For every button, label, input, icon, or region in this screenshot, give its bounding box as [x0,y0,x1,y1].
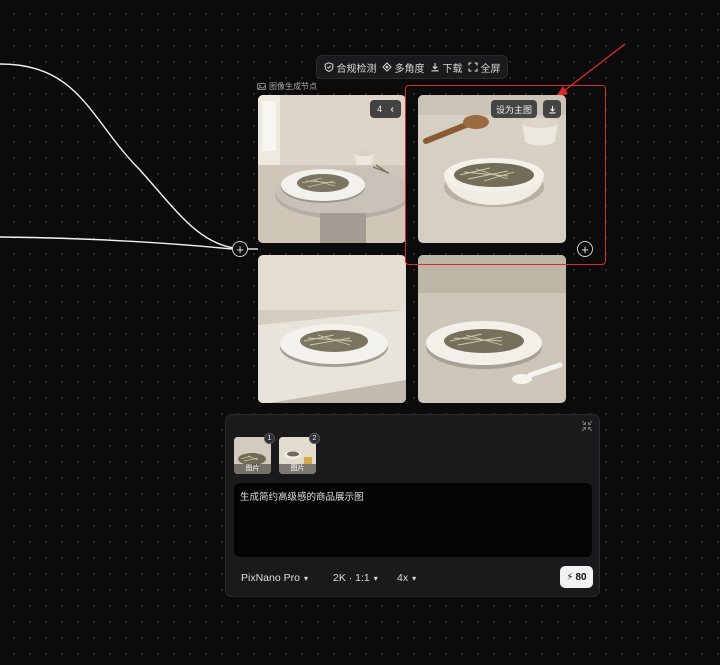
connection-line-1 [0,63,241,250]
generated-image-3-picture [258,255,406,403]
reference-index-2: 2 [309,433,320,444]
generate-cost: 80 [575,571,587,583]
multi-angle-button[interactable]: 多角度 [381,60,425,75]
reference-image-2-label: 图片 [279,464,316,474]
resolution-select[interactable]: 2K · 1:1 ▾ [333,572,378,584]
reference-index-1: 1 [264,433,275,444]
node-title: 图像生成节点 [257,81,317,92]
chevron-down-icon: ▾ [373,573,378,583]
quantity-select[interactable]: 4x ▾ [397,572,416,584]
resolution-select-value: 2K · 1:1 [333,572,370,584]
multi-angle-label: 多角度 [394,63,425,75]
shield-icon [324,62,333,72]
fullscreen-icon [467,62,478,72]
image-count-badge[interactable]: 4 ‹ [370,100,401,118]
generated-image-4[interactable] [418,255,566,403]
generated-image-3[interactable] [258,255,406,403]
model-select-value: PixNano Pro [241,572,300,584]
chevron-down-icon: ▾ [303,573,308,583]
chevron-left-icon: ‹ [390,103,394,115]
chevron-down-icon: ▾ [412,573,417,583]
lightning-icon: ⚡ [566,571,574,583]
node-title-text: 图像生成节点 [269,82,317,91]
generate-button[interactable]: ⚡ 80 [560,566,593,588]
image-icon [257,82,266,91]
compliance-check-label: 合规检测 [336,63,377,75]
quantity-select-value: 4x [397,572,409,584]
image-count-value: 4 [377,104,383,114]
reference-image-1-label: 图片 [234,464,271,474]
selected-image-highlight [405,85,606,265]
plus-icon: + [236,241,244,257]
download-button[interactable]: 下载 [430,60,463,75]
model-select[interactable]: PixNano Pro ▾ [241,572,308,584]
fullscreen-label: 全屏 [480,63,501,75]
download-label: 下载 [442,63,463,75]
node-toolbar: 合规检测 多角度 下载 全屏 [316,55,508,79]
fullscreen-button[interactable]: 全屏 [467,60,501,75]
generated-image-4-picture [418,255,566,403]
compliance-check-button[interactable]: 合规检测 [324,60,377,75]
prompt-panel: 图片 1 图片 2 生成简约高级感的商品展示图 PixNano Pro ▾ 2K… [225,414,600,597]
add-output-button[interactable]: + [577,241,593,257]
add-input-button[interactable]: + [232,241,248,257]
prompt-input[interactable]: 生成简约高级感的商品展示图 [234,483,592,557]
download-icon [431,63,438,72]
connection-line-2 [0,236,233,250]
collapse-icon[interactable] [581,420,593,432]
angles-icon [381,62,392,72]
plus-icon: + [581,241,589,257]
